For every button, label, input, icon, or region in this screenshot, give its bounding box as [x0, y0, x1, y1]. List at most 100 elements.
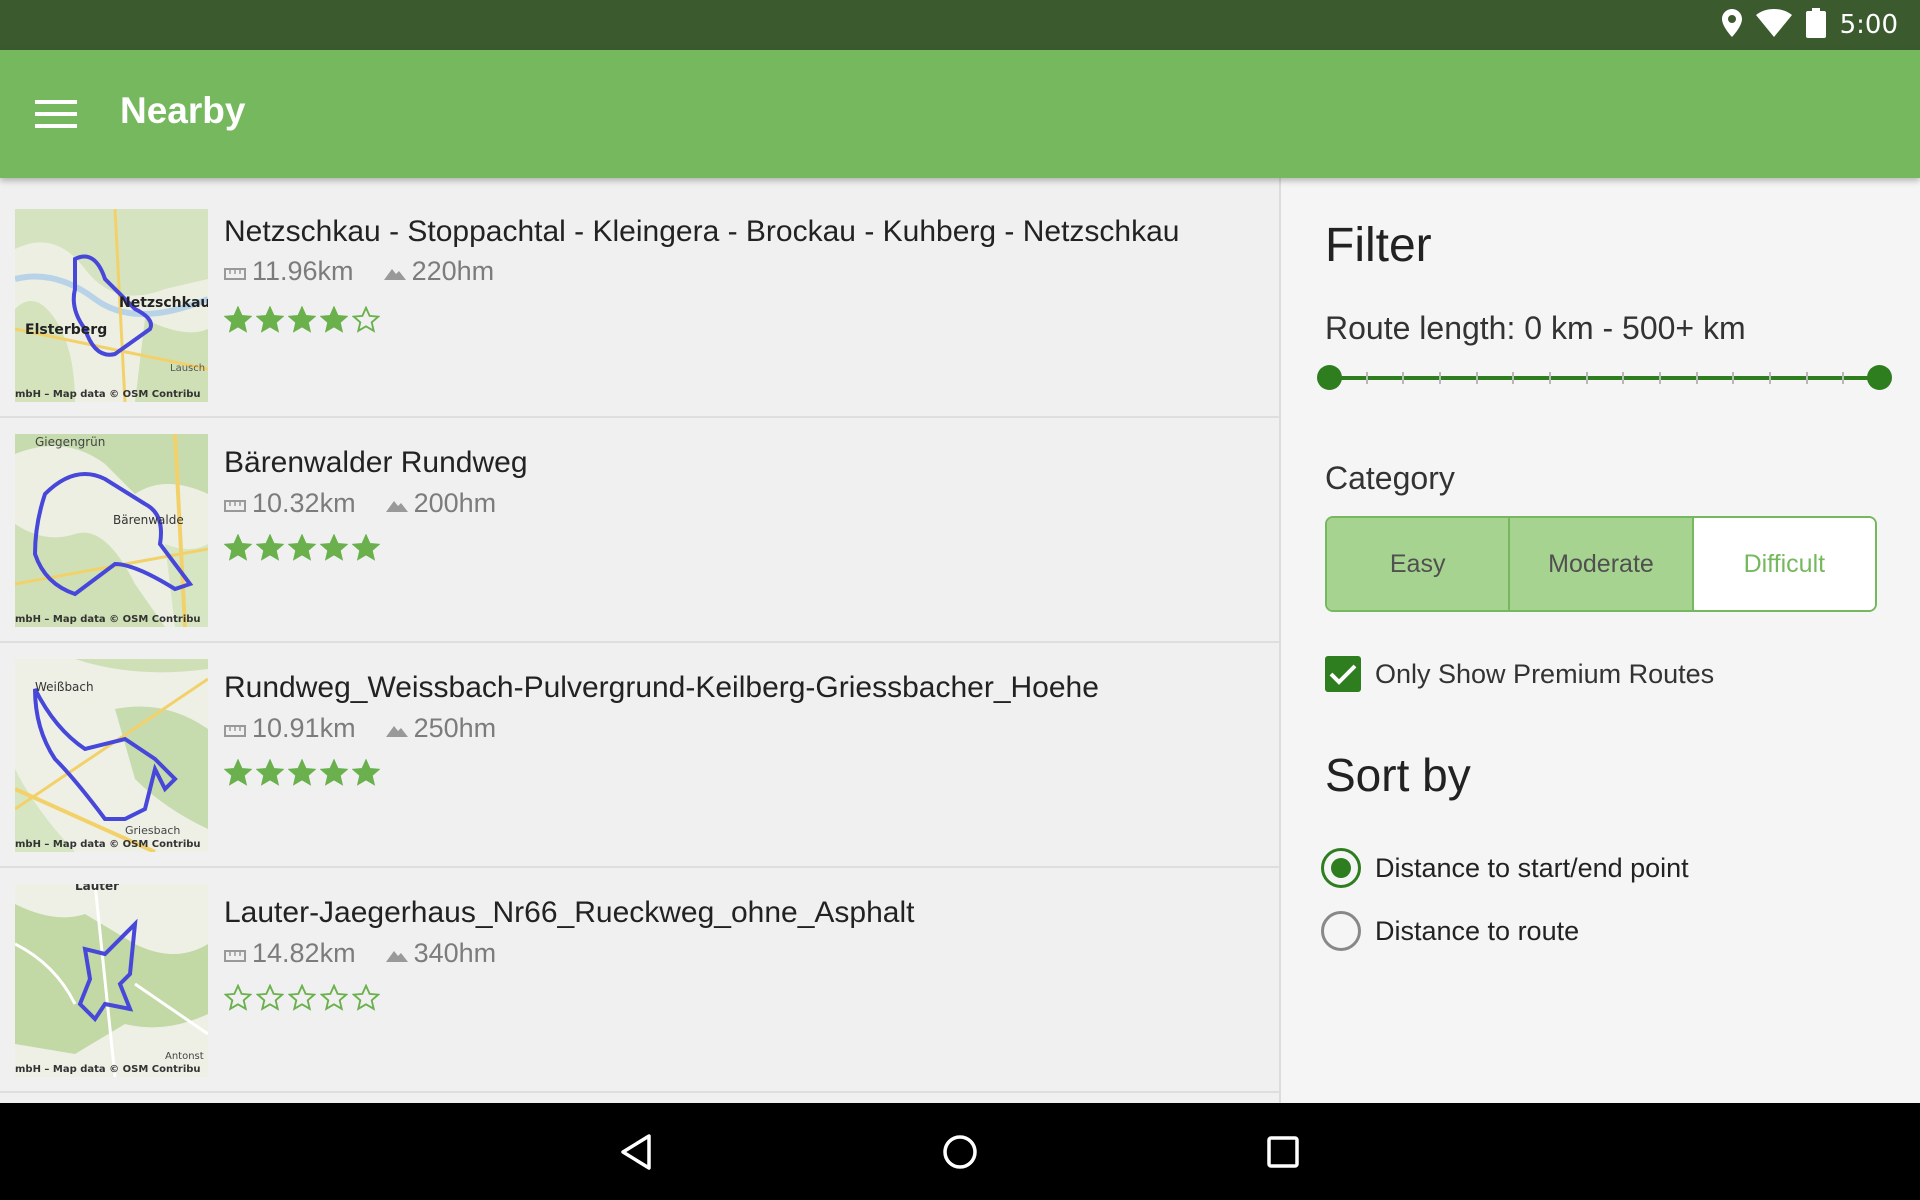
route-name: Bärenwalder Rundweg [224, 446, 528, 479]
star-empty-icon [320, 984, 348, 1011]
route-name: Rundweg_Weissbach-Pulvergrund-Keilberg-G… [224, 671, 1099, 704]
category-label: Category [1325, 460, 1455, 496]
filter-panel: Filter Route length: 0 km - 500+ km Cate… [1279, 178, 1920, 1103]
star-empty-icon [256, 984, 284, 1011]
slider-tick [1402, 372, 1405, 384]
slider-tick [1732, 372, 1735, 384]
route-name: Netzschkau - Stoppachtal - Kleingera - B… [224, 215, 1180, 248]
category-difficult-button[interactable]: Difficult [1691, 518, 1875, 610]
route-list-item[interactable]: Weißbach Griesbach mbH – Map data © OSM … [0, 643, 1279, 868]
radio-button[interactable] [1321, 911, 1361, 951]
route-elevation: 250hm [413, 713, 497, 743]
map-attribution: mbH – Map data © OSM Contribu [15, 389, 201, 400]
map-attribution: mbH – Map data © OSM Contribu [15, 614, 201, 625]
star-rating [224, 306, 380, 334]
route-distance: 11.96km [252, 256, 354, 286]
star-filled-icon [224, 306, 252, 333]
mountain-icon [385, 713, 408, 744]
star-filled-icon [352, 759, 380, 786]
radio-dot [1331, 858, 1351, 878]
sort-option-route[interactable]: Distance to route [1321, 911, 1579, 951]
star-filled-icon [352, 534, 380, 561]
slider-tick [1659, 372, 1661, 384]
star-filled-icon [288, 306, 316, 333]
route-list-item[interactable]: Lauter Antonst mbH – Map data © OSM Cont… [0, 868, 1279, 1093]
star-filled-icon [320, 534, 348, 561]
premium-label: Only Show Premium Routes [1375, 658, 1715, 689]
route-map-thumbnail: Lauter Antonst mbH – Map data © OSM Cont… [15, 884, 208, 1077]
star-empty-icon [224, 984, 252, 1011]
sort-option-label: Distance to start/end point [1375, 852, 1689, 883]
route-distance: 10.91km [252, 713, 356, 743]
category-easy-button[interactable]: Easy [1327, 518, 1509, 610]
star-filled-icon [288, 534, 316, 561]
slider-min-handle[interactable] [1316, 365, 1342, 390]
radio-button[interactable] [1321, 848, 1361, 888]
slider-tick [1805, 372, 1808, 384]
route-list-item[interactable]: Giegengrün Bärenwalde mbH – Map data © O… [0, 418, 1279, 643]
route-distance: 10.32km [252, 488, 356, 518]
recents-icon[interactable] [1258, 1127, 1308, 1177]
star-rating [224, 984, 380, 1012]
star-filled-icon [256, 306, 284, 333]
route-list[interactable]: Netzschkau Elsterberg Lausch mbH – Map d… [0, 178, 1279, 1103]
category-segmented-control: Easy Moderate Difficult [1325, 516, 1877, 612]
category-moderate-button[interactable]: Moderate [1508, 518, 1692, 610]
map-label: Bärenwalde [113, 513, 184, 527]
map-label: Elsterberg [25, 322, 107, 338]
star-filled-icon [224, 534, 252, 561]
star-filled-icon [256, 534, 284, 561]
star-filled-icon [320, 306, 348, 333]
route-elevation: 340hm [413, 938, 497, 968]
back-icon[interactable] [612, 1127, 662, 1177]
map-label: Weißbach [35, 680, 94, 694]
hamburger-menu-icon[interactable] [26, 84, 86, 144]
route-distance: 14.82km [252, 938, 356, 968]
map-label: Griesbach [125, 824, 180, 837]
star-filled-icon [256, 759, 284, 786]
star-empty-icon [352, 984, 380, 1011]
slider-track [1329, 376, 1879, 380]
map-label: Antonst [165, 1051, 204, 1062]
wifi-icon [1755, 9, 1792, 41]
check-icon [1329, 664, 1357, 685]
star-rating [224, 534, 380, 562]
route-list-item[interactable]: Netzschkau Elsterberg Lausch mbH – Map d… [0, 178, 1279, 418]
ruler-icon [224, 488, 246, 519]
premium-routes-toggle[interactable]: Only Show Premium Routes [1325, 656, 1714, 692]
sort-by-title: Sort by [1325, 749, 1471, 801]
home-icon[interactable] [935, 1127, 985, 1177]
route-stats: 10.91km 250hm [224, 713, 526, 744]
star-filled-icon [288, 759, 316, 786]
route-map-thumbnail: Netzschkau Elsterberg Lausch mbH – Map d… [15, 209, 208, 402]
route-stats: 14.82km 340hm [224, 938, 526, 969]
route-map-thumbnail: Giegengrün Bärenwalde mbH – Map data © O… [15, 434, 208, 627]
map-label: Netzschkau [119, 295, 208, 311]
map-label: Lauter [75, 884, 119, 893]
slider-tick [1585, 372, 1588, 384]
slider-tick [1622, 372, 1625, 384]
route-length-slider[interactable] [1316, 362, 1892, 394]
slider-tick [1549, 372, 1551, 384]
route-stats: 10.32km 200hm [224, 488, 526, 519]
mountain-icon [383, 256, 406, 287]
star-filled-icon [320, 759, 348, 786]
location-icon [1721, 9, 1742, 41]
slider-tick [1695, 372, 1698, 384]
sort-option-label: Distance to route [1375, 915, 1580, 946]
slider-max-handle[interactable] [1866, 365, 1892, 390]
premium-checkbox[interactable] [1325, 656, 1361, 692]
star-filled-icon [224, 759, 252, 786]
map-label: Giegengrün [35, 435, 105, 449]
star-rating [224, 759, 380, 787]
slider-tick [1439, 372, 1441, 384]
ruler-icon [224, 713, 246, 744]
slider-tick [1512, 372, 1515, 384]
mountain-icon [385, 938, 408, 969]
slider-tick [1769, 372, 1771, 384]
ruler-icon [224, 256, 246, 287]
ruler-icon [224, 938, 246, 969]
battery-icon [1805, 8, 1826, 42]
sort-option-start-end[interactable]: Distance to start/end point [1321, 848, 1689, 888]
route-stats: 11.96km 220hm [224, 256, 524, 287]
